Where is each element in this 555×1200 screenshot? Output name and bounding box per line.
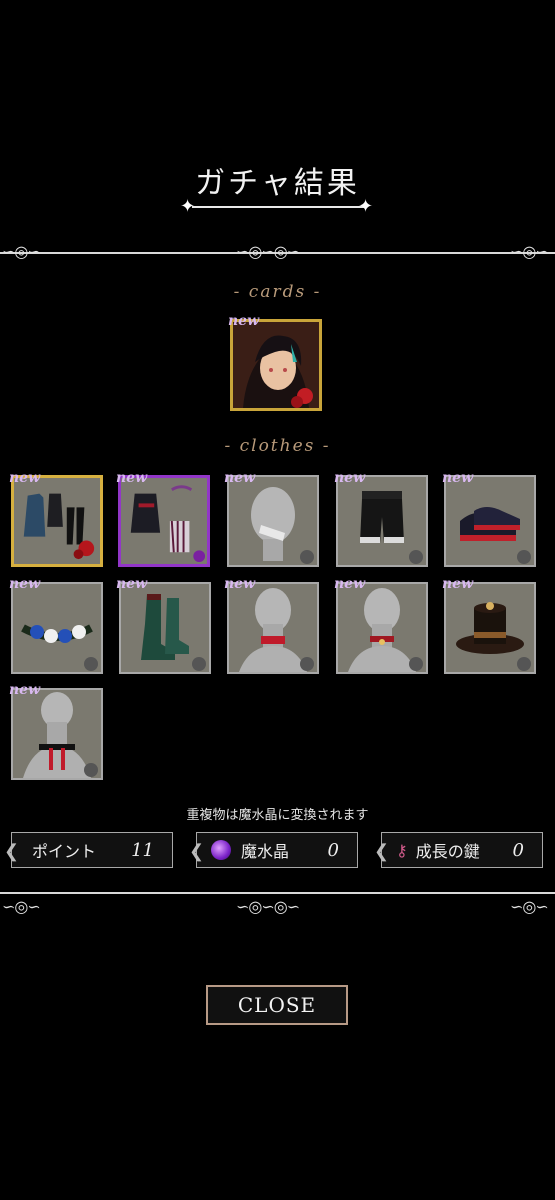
ornament-left-icon: ∽◎∽: [2, 242, 41, 261]
points-value: 11: [131, 839, 154, 861]
item-flower-crown[interactable]: [11, 582, 103, 674]
chevron-left-icon: ❮: [4, 841, 20, 862]
red-choker-icon: [229, 584, 317, 672]
item-brown-hat[interactable]: [444, 582, 536, 674]
new-badge: new: [228, 313, 260, 329]
close-button[interactable]: CLOSE: [206, 985, 348, 1025]
new-badge: new: [224, 576, 256, 592]
character-portrait-icon: [233, 322, 319, 408]
item-dress-outfit[interactable]: [11, 475, 103, 567]
face-mask-icon: [229, 477, 317, 565]
ornament-right-icon: ∽◎∽: [510, 897, 549, 916]
new-badge: new: [9, 682, 41, 698]
sparkle-right-icon: ✦: [358, 196, 374, 217]
new-badge: new: [116, 470, 148, 486]
item-face-mask[interactable]: [227, 475, 319, 567]
new-badge: new: [334, 470, 366, 486]
brown-hat-icon: [446, 584, 534, 672]
key-label: 成長の鍵: [415, 842, 480, 861]
chevron-left-icon: ❮: [189, 841, 205, 862]
red-collar-icon: [338, 584, 426, 672]
flower-crown-icon: [13, 584, 101, 672]
new-badge: new: [116, 576, 148, 592]
new-badge: new: [442, 576, 474, 592]
duplicate-conversion-note: 重複物は魔水晶に変換されます: [186, 808, 369, 823]
key-icon: ⚷: [396, 840, 408, 860]
points-label: ポイント: [32, 842, 97, 861]
item-red-collar[interactable]: [336, 582, 428, 674]
character-card[interactable]: [230, 319, 322, 411]
item-gothic-jacket[interactable]: [118, 475, 210, 567]
title-underline: [192, 206, 367, 208]
crystal-counter: ❮ 魔水晶 0: [189, 832, 358, 868]
new-badge: new: [334, 576, 366, 592]
new-badge: new: [9, 576, 41, 592]
new-badge: new: [9, 470, 41, 486]
red-sneakers-icon: [446, 477, 534, 565]
black-shorts-icon: [338, 477, 426, 565]
new-badge: new: [442, 470, 474, 486]
key-counter: ❮ ⚷ 成長の鍵 0: [374, 832, 543, 868]
new-badge: new: [224, 470, 256, 486]
ornament-center-icon: ∽◎∽◎∽: [236, 242, 300, 261]
page-title: ガチャ結果: [195, 166, 360, 201]
ornament-left-icon: ∽◎∽: [2, 897, 41, 916]
crystal-icon: [211, 840, 231, 860]
item-red-choker[interactable]: [227, 582, 319, 674]
gothic-jacket-icon: [121, 478, 207, 564]
crystal-value: 0: [327, 839, 339, 861]
item-red-sneakers[interactable]: [444, 475, 536, 567]
cards-section-label: - cards -: [233, 282, 322, 302]
dress-outfit-icon: [14, 478, 100, 564]
points-counter: ❮ ポイント 11: [4, 832, 173, 868]
tassel-necklace-icon: [13, 690, 101, 778]
key-value: 0: [512, 839, 524, 861]
ornament-center-icon: ∽◎∽◎∽: [236, 897, 300, 916]
panel-bottom-border: [0, 892, 555, 894]
crystal-label: 魔水晶: [241, 842, 290, 861]
chevron-left-icon: ❮: [374, 841, 390, 862]
item-green-boots[interactable]: [119, 582, 211, 674]
green-boots-icon: [121, 584, 209, 672]
item-tassel-necklace[interactable]: [11, 688, 103, 780]
clothes-section-label: - clothes -: [224, 436, 331, 456]
ornament-right-icon: ∽◎∽: [510, 242, 549, 261]
item-black-shorts[interactable]: [336, 475, 428, 567]
sparkle-left-icon: ✦: [180, 196, 196, 217]
